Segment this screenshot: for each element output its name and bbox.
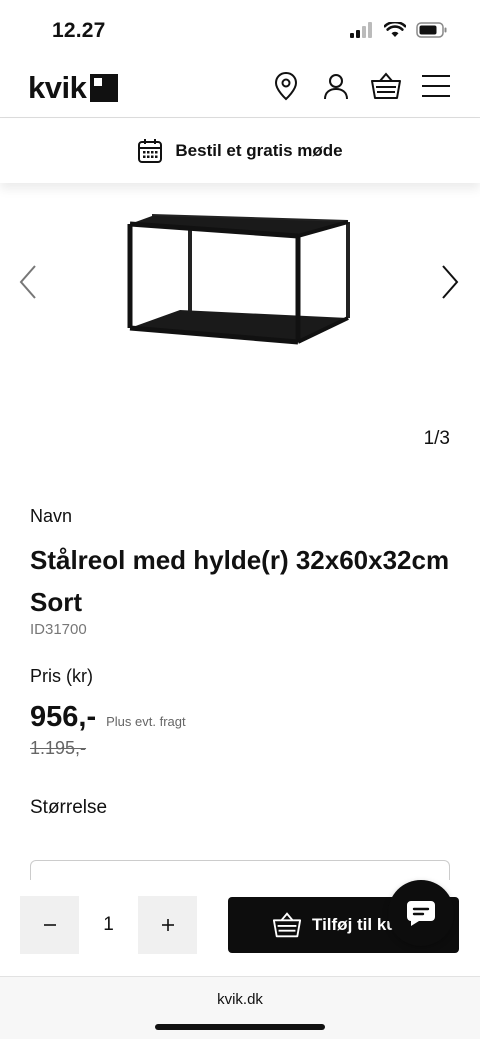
add-to-cart-bar: 1 Tilføj til kurv bbox=[0, 880, 480, 976]
current-price: 956,- bbox=[30, 701, 97, 733]
status-bar: 12.27 bbox=[0, 0, 480, 62]
chevron-left-icon[interactable] bbox=[16, 262, 40, 302]
product-title: Stålreol med hylde(r) 32x60x32cm Sort bbox=[30, 545, 450, 617]
quantity-increase-button[interactable] bbox=[138, 896, 197, 954]
status-time: 12.27 bbox=[52, 19, 106, 42]
battery-icon bbox=[416, 22, 447, 38]
size-label: Størrelse bbox=[30, 797, 108, 818]
location-pin-icon[interactable] bbox=[270, 70, 302, 102]
calendar-icon bbox=[138, 139, 163, 163]
kvik-logo[interactable]: kvik bbox=[28, 70, 119, 105]
old-price: 1.195,- bbox=[30, 738, 87, 758]
url-text: kvik.dk bbox=[217, 991, 263, 1008]
minus-icon bbox=[43, 924, 56, 926]
quantity-value[interactable]: 1 bbox=[79, 896, 138, 954]
basket-icon[interactable] bbox=[370, 70, 402, 102]
wifi-icon bbox=[384, 22, 406, 37]
header-icons bbox=[270, 70, 452, 102]
book-meeting-label: Bestil et gratis møde bbox=[175, 141, 343, 160]
image-counter: 1/3 bbox=[423, 428, 450, 449]
signal-icon bbox=[350, 22, 372, 38]
name-label: Navn bbox=[30, 506, 73, 526]
price-label: Pris (kr) bbox=[30, 666, 93, 686]
book-meeting-banner[interactable]: Bestil et gratis møde bbox=[0, 119, 480, 183]
home-indicator[interactable] bbox=[155, 1024, 325, 1030]
logo-text: kvik bbox=[28, 70, 87, 105]
shipping-note: Plus evt. fragt bbox=[106, 714, 186, 729]
chevron-right-icon[interactable] bbox=[438, 262, 462, 302]
browser-url-bar[interactable]: kvik.dk bbox=[0, 976, 480, 1039]
chat-button[interactable] bbox=[388, 880, 454, 946]
quantity-decrease-button[interactable] bbox=[20, 896, 79, 954]
basket-icon bbox=[272, 912, 302, 938]
logo-square-icon bbox=[90, 73, 119, 102]
menu-icon[interactable] bbox=[420, 70, 452, 102]
price-row: 956,- Plus evt. fragt bbox=[30, 701, 450, 734]
product-image bbox=[127, 214, 350, 345]
site-header: kvik bbox=[0, 62, 480, 118]
user-icon[interactable] bbox=[320, 70, 352, 102]
product-info: Navn Stålreol med hylde(r) 32x60x32cm So… bbox=[30, 506, 450, 819]
status-icons bbox=[350, 22, 448, 38]
chat-icon bbox=[407, 901, 435, 926]
product-id: ID31700 bbox=[30, 621, 87, 638]
product-image-carousel[interactable]: 1/3 bbox=[0, 184, 480, 464]
plus-icon bbox=[161, 919, 174, 931]
